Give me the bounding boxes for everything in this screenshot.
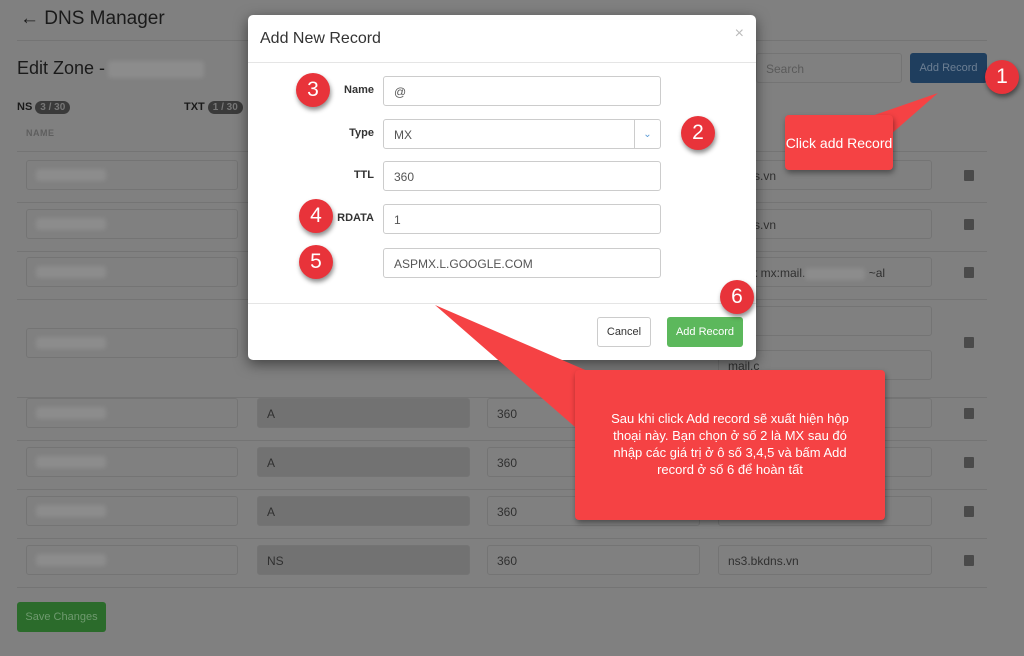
step-6-marker: 6 bbox=[720, 280, 754, 314]
callout-click-add: Click add Record bbox=[785, 115, 893, 170]
step-1-marker: 1 bbox=[985, 60, 1019, 94]
step-4-marker: 4 bbox=[299, 199, 333, 233]
step-3-marker: 3 bbox=[296, 73, 330, 107]
step-2-marker: 2 bbox=[681, 116, 715, 150]
step-5-marker: 5 bbox=[299, 245, 333, 279]
callout-pointers bbox=[435, 93, 938, 440]
callout-instructions: Sau khi click Add record sẽ xuất hiện hộ… bbox=[575, 370, 885, 520]
